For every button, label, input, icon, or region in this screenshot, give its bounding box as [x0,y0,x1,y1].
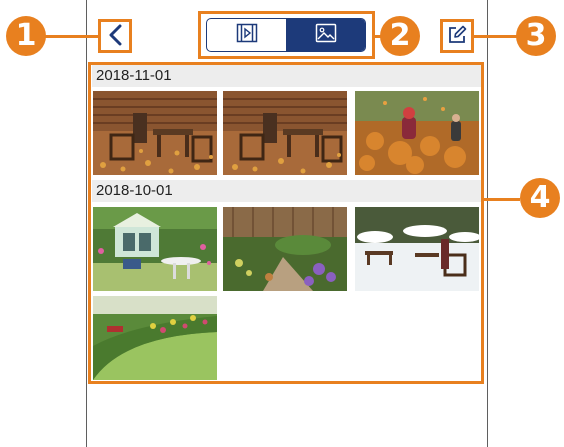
callout-marker-3: 3 [516,16,556,56]
page: 2018-11-01 2018-10-01 1 2 3 4 [0,0,564,447]
callout-1-leader [44,35,98,38]
callout-marker-1: 1 [6,16,46,56]
view-toggle-highlight [198,11,375,59]
edit-button-highlight [440,19,474,53]
content-area-highlight [88,62,484,384]
callout-4-leader [484,198,520,201]
callout-3-leader [474,35,518,38]
back-button-highlight [98,19,132,53]
callout-marker-4: 4 [520,178,560,218]
callout-marker-2: 2 [380,16,420,56]
